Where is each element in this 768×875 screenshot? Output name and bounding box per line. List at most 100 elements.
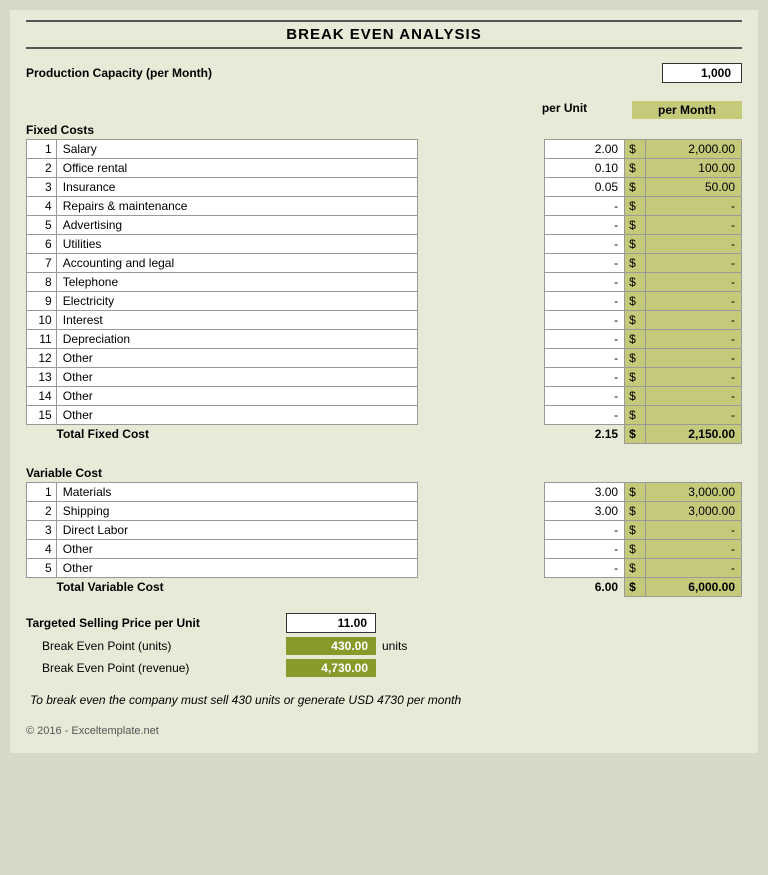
dollar-sign: $ (625, 140, 646, 159)
row-label[interactable]: Shipping (56, 501, 417, 520)
row-per-month: 50.00 (646, 178, 742, 197)
row-label[interactable]: Telephone (56, 273, 417, 292)
row-per-unit[interactable]: - (545, 387, 625, 406)
row-per-unit[interactable]: - (545, 273, 625, 292)
row-per-unit[interactable]: - (545, 254, 625, 273)
row-label[interactable]: Salary (56, 140, 417, 159)
row-label[interactable]: Office rental (56, 159, 417, 178)
row-per-unit[interactable]: 2.00 (545, 140, 625, 159)
fixed-cost-row: 9 Electricity - $ - (27, 292, 742, 311)
fixed-total-label: Total Fixed Cost (27, 425, 482, 444)
row-per-unit[interactable]: 0.05 (545, 178, 625, 197)
row-label[interactable]: Other (56, 406, 417, 425)
row-per-month: - (646, 406, 742, 425)
row-per-month: - (646, 349, 742, 368)
row-num: 9 (27, 292, 57, 311)
dollar-sign: $ (625, 292, 646, 311)
row-num: 4 (27, 197, 57, 216)
dollar-sign: $ (625, 406, 646, 425)
bep-revenue-label: Break Even Point (revenue) (26, 661, 286, 675)
row-per-unit[interactable]: - (545, 368, 625, 387)
row-num: 5 (27, 216, 57, 235)
row-label[interactable]: Materials (56, 482, 417, 501)
variable-cost-row: 1 Materials 3.00 $ 3,000.00 (27, 482, 742, 501)
row-label[interactable]: Electricity (56, 292, 417, 311)
variable-cost-row: 5 Other - $ - (27, 558, 742, 577)
dollar-sign: $ (625, 178, 646, 197)
fixed-cost-row: 7 Accounting and legal - $ - (27, 254, 742, 273)
main-container: BREAK EVEN ANALYSIS Production Capacity … (10, 10, 758, 753)
row-per-month: - (646, 330, 742, 349)
row-label[interactable]: Direct Labor (56, 520, 417, 539)
row-per-unit[interactable]: - (545, 520, 625, 539)
row-num: 6 (27, 235, 57, 254)
variable-cost-row: 2 Shipping 3.00 $ 3,000.00 (27, 501, 742, 520)
row-per-unit[interactable]: - (545, 539, 625, 558)
row-per-month: 2,000.00 (646, 140, 742, 159)
row-per-unit[interactable]: - (545, 558, 625, 577)
variable-total-month: 6,000.00 (646, 577, 742, 596)
row-num: 5 (27, 558, 57, 577)
row-label[interactable]: Repairs & maintenance (56, 197, 417, 216)
row-label[interactable]: Other (56, 539, 417, 558)
row-per-unit[interactable]: - (545, 330, 625, 349)
dollar-sign: $ (625, 368, 646, 387)
row-per-unit[interactable]: 0.10 (545, 159, 625, 178)
row-label[interactable]: Advertising (56, 216, 417, 235)
dollar-sign: $ (625, 311, 646, 330)
dollar-sign: $ (625, 330, 646, 349)
row-per-unit[interactable]: - (545, 235, 625, 254)
variable-cost-row: 3 Direct Labor - $ - (27, 520, 742, 539)
row-label[interactable]: Other (56, 558, 417, 577)
row-label[interactable]: Other (56, 349, 417, 368)
row-label[interactable]: Other (56, 387, 417, 406)
row-per-month: - (646, 292, 742, 311)
row-label[interactable]: Insurance (56, 178, 417, 197)
fixed-cost-row: 8 Telephone - $ - (27, 273, 742, 292)
bep-units-row: Break Even Point (units) 430.00 units (26, 637, 742, 655)
row-per-unit[interactable]: 3.00 (545, 501, 625, 520)
row-label[interactable]: Interest (56, 311, 417, 330)
variable-total-label: Total Variable Cost (27, 577, 482, 596)
row-label[interactable]: Utilities (56, 235, 417, 254)
row-num: 8 (27, 273, 57, 292)
row-per-unit[interactable]: - (545, 406, 625, 425)
row-per-month: 3,000.00 (646, 482, 742, 501)
dollar-sign: $ (625, 501, 646, 520)
dollar-sign: $ (625, 349, 646, 368)
dollar-sign: $ (625, 387, 646, 406)
selling-price-row: Targeted Selling Price per Unit 11.00 (26, 613, 742, 633)
row-per-month: - (646, 254, 742, 273)
per-month-header: per Month (632, 101, 742, 119)
row-per-unit[interactable]: - (545, 349, 625, 368)
fixed-cost-row: 13 Other - $ - (27, 368, 742, 387)
row-label[interactable]: Accounting and legal (56, 254, 417, 273)
bep-units-suffix: units (382, 639, 407, 653)
dollar-sign: $ (625, 235, 646, 254)
row-per-month: 3,000.00 (646, 501, 742, 520)
variable-costs-table: 1 Materials 3.00 $ 3,000.00 2 Shipping 3… (26, 482, 742, 597)
row-per-unit[interactable]: - (545, 216, 625, 235)
row-num: 10 (27, 311, 57, 330)
row-per-unit[interactable]: 3.00 (545, 482, 625, 501)
footer: © 2016 - Exceltemplate.net (26, 725, 742, 737)
production-label: Production Capacity (per Month) (26, 66, 212, 80)
row-num: 13 (27, 368, 57, 387)
bep-units-value: 430.00 (286, 637, 376, 655)
row-per-unit[interactable]: - (545, 197, 625, 216)
fixed-total-dollar: $ (625, 425, 646, 444)
row-per-unit[interactable]: - (545, 311, 625, 330)
row-num: 2 (27, 501, 57, 520)
fixed-cost-row: 6 Utilities - $ - (27, 235, 742, 254)
per-unit-header: per Unit (497, 101, 632, 119)
production-capacity-row: Production Capacity (per Month) 1,000 (26, 63, 742, 83)
row-per-month: - (646, 235, 742, 254)
row-label[interactable]: Other (56, 368, 417, 387)
row-per-month: - (646, 387, 742, 406)
row-per-month: - (646, 558, 742, 577)
row-label[interactable]: Depreciation (56, 330, 417, 349)
selling-price-value[interactable]: 11.00 (286, 613, 376, 633)
production-value[interactable]: 1,000 (662, 63, 742, 83)
summary-text: To break even the company must sell 430 … (26, 693, 742, 707)
row-per-unit[interactable]: - (545, 292, 625, 311)
